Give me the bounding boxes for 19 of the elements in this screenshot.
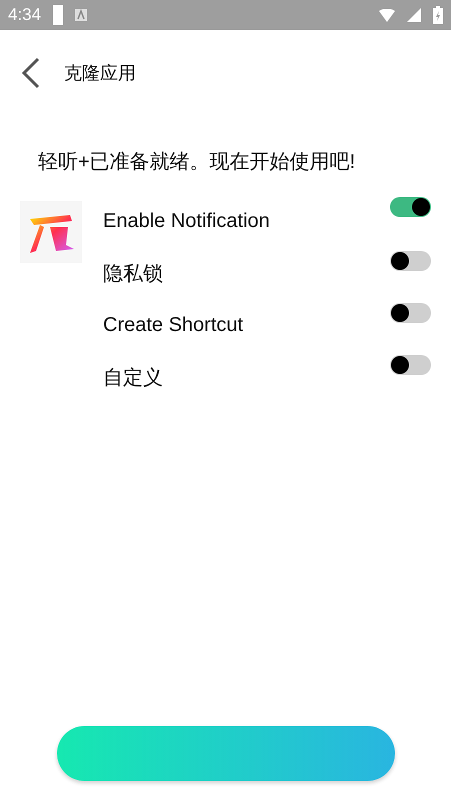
setting-label: Create Shortcut <box>102 312 244 338</box>
setting-label: Enable Notification <box>102 208 271 234</box>
app-icon <box>20 201 82 263</box>
signal-icon <box>407 8 421 22</box>
status-time: 4:34 <box>8 5 42 25</box>
toggle-switch[interactable] <box>390 197 431 217</box>
sim-card-icon <box>53 5 64 25</box>
page-title: 克隆应用 <box>64 62 136 85</box>
start-button[interactable] <box>57 726 395 781</box>
wifi-icon <box>379 8 395 22</box>
toggle-switch[interactable] <box>390 303 431 323</box>
ready-message: 轻听+已准备就绪。现在开始使用吧! <box>38 150 356 175</box>
setting-label: 隐私锁 <box>102 262 164 286</box>
back-icon[interactable] <box>20 57 42 89</box>
toggle-switch[interactable] <box>390 355 431 375</box>
toggle-switch[interactable] <box>390 251 431 271</box>
setting-label: 自定义 <box>102 366 164 390</box>
notification-icon <box>75 9 88 21</box>
battery-icon <box>433 6 443 24</box>
